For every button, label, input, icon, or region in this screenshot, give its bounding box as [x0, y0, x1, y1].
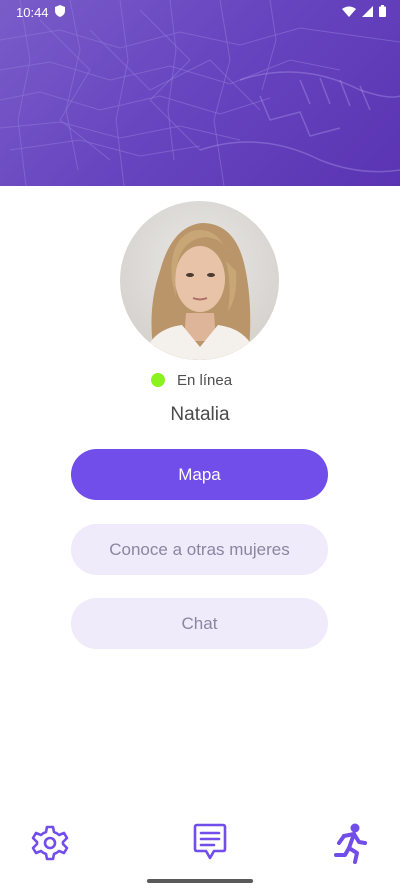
online-status: En línea	[151, 369, 232, 391]
status-time: 10:44	[16, 4, 49, 20]
signal-icon	[362, 5, 373, 20]
user-name: Natalia	[170, 404, 230, 425]
map-background	[0, 0, 400, 186]
battery-icon	[379, 4, 386, 20]
settings-icon[interactable]	[30, 822, 70, 864]
chat-icon[interactable]	[190, 822, 230, 864]
map-button[interactable]: Mapa	[71, 449, 328, 500]
meet-women-button[interactable]: Conoce a otras mujeres	[71, 524, 328, 575]
header-map-banner: 10:44	[0, 0, 400, 186]
shield-icon	[54, 4, 65, 20]
status-left: 10:44	[16, 4, 65, 20]
home-indicator[interactable]	[147, 879, 253, 883]
status-right	[342, 4, 386, 20]
avatar-photo	[142, 223, 258, 360]
chat-button[interactable]: Chat	[71, 598, 328, 649]
wifi-icon	[342, 5, 356, 20]
running-person-icon[interactable]	[330, 822, 370, 864]
screen: 10:44 En línea Natalia Mapa Conoce a otr…	[0, 0, 400, 893]
online-status-label: En línea	[177, 371, 233, 389]
online-indicator-dot	[151, 373, 165, 387]
avatar	[120, 201, 279, 360]
status-bar: 10:44	[0, 0, 400, 24]
